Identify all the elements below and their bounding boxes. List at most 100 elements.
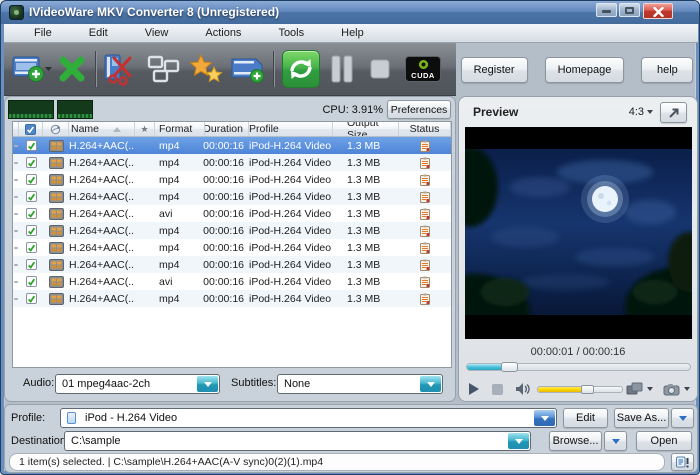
row-checkbox[interactable] — [19, 137, 43, 154]
profile-select[interactable]: iPod - H.264 Video — [60, 408, 557, 428]
menu-item-actions[interactable]: Actions — [205, 27, 241, 39]
row-rating[interactable] — [135, 256, 155, 273]
table-row[interactable]: H.264+AAC(... mp4 00:00:16 iPod-H.264 Vi… — [13, 171, 451, 188]
stream-selection-bar: Audio: 01 mpeg4aac-2ch Subtitles: None — [5, 368, 455, 401]
row-rating[interactable] — [135, 154, 155, 171]
row-rating[interactable] — [135, 137, 155, 154]
remove-file-button[interactable] — [53, 48, 91, 90]
seek-handle[interactable] — [501, 362, 518, 372]
chevron-down-icon[interactable] — [647, 387, 653, 391]
table-row[interactable]: H.264+AAC(... avi 00:00:16 iPod-H.264 Vi… — [13, 273, 451, 290]
edit-profile-button[interactable]: Edit — [563, 408, 608, 428]
row-checkbox[interactable] — [19, 290, 43, 307]
help-button[interactable]: help — [641, 57, 693, 83]
table-row[interactable]: H.264+AAC(... mp4 00:00:16 iPod-H.264 Vi… — [13, 137, 451, 154]
pause-button[interactable] — [323, 48, 361, 90]
row-rating[interactable] — [135, 171, 155, 188]
film-frames-icon[interactable] — [626, 382, 643, 396]
row-checkbox[interactable] — [19, 239, 43, 256]
row-checkbox[interactable] — [19, 154, 43, 171]
merge-button[interactable] — [227, 48, 269, 90]
column-header-name[interactable]: Name — [69, 122, 135, 136]
menu-item-view[interactable]: View — [145, 27, 169, 39]
table-row[interactable]: H.264+AAC(... mp4 00:00:16 iPod-H.264 Vi… — [13, 188, 451, 205]
destination-select[interactable]: C:\sample — [64, 431, 531, 451]
table-row[interactable]: H.264+AAC(... mp4 00:00:16 iPod-H.264 Vi… — [13, 222, 451, 239]
cuda-button[interactable]: CUDA — [405, 56, 441, 82]
save-as-dropdown-button[interactable] — [671, 408, 694, 428]
row-rating[interactable] — [135, 222, 155, 239]
preferences-button[interactable]: Preferences — [387, 100, 451, 119]
row-checkbox[interactable] — [19, 171, 43, 188]
effects-button[interactable] — [185, 48, 227, 90]
column-header-format[interactable]: Format — [155, 122, 205, 136]
register-button[interactable]: Register — [461, 57, 528, 83]
header-buttons: Register Homepage help — [456, 43, 698, 96]
maximize-button[interactable] — [619, 3, 640, 17]
row-rating[interactable] — [135, 273, 155, 290]
menu-item-edit[interactable]: Edit — [89, 27, 108, 39]
select-all-checkbox[interactable] — [19, 122, 43, 136]
row-rating[interactable] — [135, 205, 155, 222]
fullscreen-button[interactable] — [660, 102, 687, 123]
cpu-usage-label: CPU: 3.91% — [322, 104, 383, 116]
audio-dropdown-button[interactable] — [197, 376, 218, 392]
trim-button[interactable] — [101, 48, 143, 90]
row-rating[interactable] — [135, 239, 155, 256]
open-folder-button[interactable]: Open — [636, 431, 692, 451]
column-header-status[interactable]: Status — [399, 122, 451, 136]
row-checkbox[interactable] — [19, 222, 43, 239]
video-frame-night-sky — [465, 127, 692, 339]
seek-bar[interactable] — [466, 363, 691, 371]
convert-button[interactable] — [282, 50, 320, 88]
table-row[interactable]: H.264+AAC(... mp4 00:00:16 iPod-H.264 Vi… — [13, 256, 451, 273]
column-header-output-size[interactable]: Output Size — [333, 122, 399, 136]
camera-icon[interactable] — [663, 383, 680, 396]
table-row[interactable]: H.264+AAC(... avi 00:00:16 iPod-H.264 Vi… — [13, 205, 451, 222]
save-as-button[interactable]: Save As... — [614, 408, 669, 428]
browse-button[interactable]: Browse... — [549, 431, 602, 451]
profile-dropdown-button[interactable] — [534, 410, 555, 426]
stop-convert-button[interactable] — [361, 48, 399, 90]
type-column-header[interactable] — [43, 122, 69, 136]
row-rating[interactable] — [135, 188, 155, 205]
menu-item-file[interactable]: File — [34, 27, 52, 39]
volume-handle[interactable] — [581, 385, 594, 394]
row-checkbox[interactable] — [19, 273, 43, 290]
row-name: H.264+AAC(... — [69, 205, 135, 222]
stop-playback-button[interactable] — [492, 384, 503, 395]
crop-button[interactable] — [143, 48, 185, 90]
chevron-down-icon[interactable] — [684, 387, 690, 391]
video-preview[interactable] — [465, 127, 692, 339]
volume-slider[interactable] — [537, 386, 623, 393]
menu-item-help[interactable]: Help — [341, 27, 364, 39]
column-header-profile[interactable]: Profile — [249, 122, 333, 136]
destination-dropdown-button[interactable] — [508, 433, 529, 449]
browse-dropdown-button[interactable] — [604, 431, 627, 451]
table-row[interactable]: H.264+AAC(... mp4 00:00:16 iPod-H.264 Vi… — [13, 290, 451, 307]
table-row[interactable]: H.264+AAC(... mp4 00:00:16 iPod-H.264 Vi… — [13, 239, 451, 256]
audio-track-select[interactable]: 01 mpeg4aac-2ch — [55, 374, 220, 394]
menu-item-tools[interactable]: Tools — [278, 27, 304, 39]
minimize-button[interactable] — [596, 3, 617, 17]
play-button[interactable] — [469, 383, 479, 395]
log-panel-button[interactable] — [671, 453, 694, 471]
table-row[interactable]: H.264+AAC(... mp4 00:00:16 iPod-H.264 Vi… — [13, 154, 451, 171]
homepage-button[interactable]: Homepage — [545, 57, 625, 83]
close-button[interactable] — [643, 3, 673, 19]
delete-x-icon — [57, 54, 87, 84]
row-checkbox[interactable] — [19, 256, 43, 273]
row-rating[interactable] — [135, 290, 155, 307]
row-checkbox[interactable] — [19, 188, 43, 205]
row-profile: iPod-H.264 Video — [249, 256, 333, 273]
subtitles-dropdown-button[interactable] — [420, 376, 441, 392]
row-output-size: 1.3 MB — [333, 171, 399, 188]
column-header-duration[interactable]: Duration — [205, 122, 249, 136]
aspect-ratio-select[interactable]: 4:3 — [629, 106, 653, 118]
row-checkbox[interactable] — [19, 205, 43, 222]
column-header-rating[interactable]: ★ — [135, 122, 155, 136]
subtitles-select[interactable]: None — [277, 374, 443, 394]
add-files-button[interactable] — [11, 48, 53, 90]
row-type — [43, 188, 69, 205]
speaker-icon[interactable] — [515, 382, 531, 396]
